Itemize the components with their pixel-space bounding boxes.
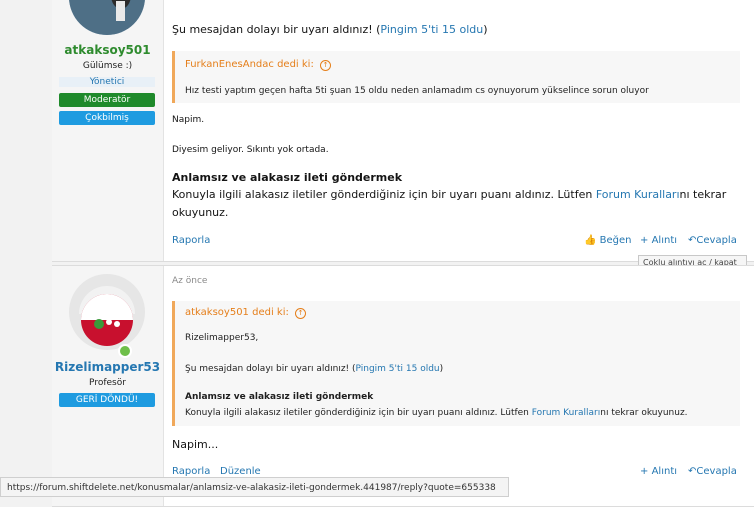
user-title: Gülümse :) [82, 61, 133, 71]
online-indicator-icon [118, 344, 132, 358]
warning-body: Konuyla ilgili alakasız iletiler gönderd… [172, 188, 727, 201]
warning-heading: Anlamsız ve alakasız ileti göndermek [172, 171, 403, 184]
post-content: Az önce atkaksoy501 dedi ki: ↑ Rizelimap… [172, 266, 744, 506]
reply-line-2: Diyesim geliyor. Sıkıntı yok ortada. [172, 145, 329, 155]
quote-heading: Anlamsız ve alakasız ileti göndermek [185, 392, 374, 402]
thumbs-up-icon: 👍 [584, 235, 597, 246]
reply-button[interactable]: ↶Cevapla [688, 466, 737, 477]
quote-block: atkaksoy501 dedi ki: ↑ Rizelimapper53, Ş… [172, 301, 740, 426]
quote-button[interactable]: + Alıntı [640, 235, 677, 246]
plus-icon: + [640, 235, 649, 246]
post-2: Rizelimapper53 Profesör GERİ DÖNDÜ! Az ö… [52, 265, 754, 507]
browser-status-bar: https://forum.shiftdelete.net/konusmalar… [0, 477, 509, 497]
user-role: Yönetici [59, 77, 155, 87]
post-content: Şu mesajdan dolayı bir uyarı aldınız! (P… [172, 0, 744, 261]
arrow-up-circle-icon[interactable]: ↑ [295, 308, 307, 319]
quote-author[interactable]: atkaksoy501 dedi ki: ↑ [185, 307, 307, 319]
warning-link[interactable]: Pingim 5'ti 15 oldu [380, 23, 483, 36]
quote-author[interactable]: FurkanEnesAndac dedi ki: ↑ [185, 59, 332, 71]
edit-link[interactable]: Düzenle [220, 466, 261, 477]
reply-line-1: Napim. [172, 115, 205, 125]
report-link[interactable]: Raporla [172, 466, 210, 477]
quote-text: Hız testi yaptım geçen hafta 5ti şuan 15… [185, 86, 649, 96]
warning-body-line2: okuyunuz. [172, 206, 229, 219]
moderator-badge: Moderatör [59, 93, 155, 107]
warning-text: Şu mesajdan dolayı bir uyarı aldınız! (P… [172, 23, 488, 36]
username[interactable]: Rizelimapper53 [52, 360, 163, 374]
status-badge: GERİ DÖNDÜ! [59, 393, 155, 407]
user-title: Profesör [89, 378, 126, 388]
quote-block: FurkanEnesAndac dedi ki: ↑ Hız testi yap… [172, 51, 740, 103]
post-time[interactable]: Az önce [172, 276, 207, 286]
post-text: Napim... [172, 438, 219, 451]
status-badge: Çokbilmiş [59, 111, 155, 125]
post-1: atkaksoy501 Gülümse :) Yönetici Moderatö… [52, 0, 754, 262]
avatar[interactable] [69, 274, 145, 350]
plus-icon: + [640, 466, 649, 477]
username[interactable]: atkaksoy501 [52, 43, 163, 57]
warning-link[interactable]: Pingim 5'ti 15 oldu [356, 364, 440, 374]
quote-line-1: Rizelimapper53, [185, 333, 259, 343]
report-link[interactable]: Raporla [172, 235, 210, 246]
forum-rules-link[interactable]: Forum Kuralları [532, 408, 600, 418]
quote-warning: Şu mesajdan dolayı bir uyarı aldınız! (P… [185, 364, 444, 374]
quote-button[interactable]: + Alıntı [640, 466, 677, 477]
arrow-up-circle-icon[interactable]: ↑ [320, 60, 332, 71]
like-button[interactable]: 👍 Beğen [584, 235, 632, 246]
reply-button[interactable]: ↶Cevapla [688, 235, 737, 246]
forum-rules-link[interactable]: Forum Kuralları [596, 188, 680, 201]
quote-body: Konuyla ilgili alakasız iletiler gönderd… [185, 408, 688, 418]
user-panel: atkaksoy501 Gülümse :) Yönetici Moderatö… [52, 0, 164, 261]
avatar[interactable] [69, 0, 145, 35]
user-panel: Rizelimapper53 Profesör GERİ DÖNDÜ! [52, 266, 164, 506]
